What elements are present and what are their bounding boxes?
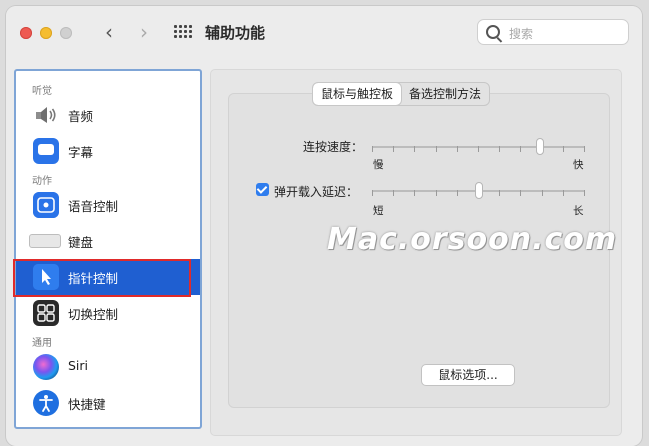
slider-tick [414, 190, 415, 196]
voice-control-icon [33, 192, 59, 218]
slider-max-label: 长 [573, 205, 584, 217]
accessibility-shortcut-icon [33, 390, 59, 416]
mouse-options-button[interactable]: 鼠标选项... [421, 364, 515, 386]
slider-tick [457, 146, 458, 152]
captions-icon [33, 138, 59, 164]
sidebar-item-label: Siri [68, 358, 89, 373]
forward-chevron-icon[interactable]: › [133, 20, 155, 44]
slider-tick [584, 190, 585, 196]
search-icon [486, 25, 500, 39]
sidebar-item-captions[interactable]: 字幕 [16, 133, 200, 169]
section-label-motor: 动作 [32, 176, 52, 187]
tab-bar: 鼠标与触控板 备选控制方法 [312, 82, 491, 106]
slider-tick [542, 190, 543, 196]
sidebar-item-label: 字幕 [68, 145, 94, 160]
siri-icon [33, 354, 59, 380]
show-all-grid-icon[interactable] [174, 25, 192, 39]
sidebar-item-label: 键盘 [68, 235, 94, 250]
slider-tick [499, 190, 500, 196]
slider-tick [457, 190, 458, 196]
sidebar-item-keyboard[interactable]: 键盘 [16, 223, 200, 259]
slider-tick [436, 146, 437, 152]
slider-tick [393, 190, 394, 196]
sidebar-item-label: 音频 [68, 109, 94, 124]
highlight-box [13, 259, 191, 297]
close-window-button[interactable] [20, 27, 32, 39]
slider-max-label: 快 [573, 159, 584, 171]
keyboard-icon [29, 234, 61, 248]
slider-min-label: 短 [373, 205, 384, 217]
spring-loading-label: 弹开载入延迟： [274, 185, 359, 199]
sidebar-item-siri[interactable]: Siri [16, 349, 200, 385]
slider-tick [414, 146, 415, 152]
tab-mouse-trackpad[interactable]: 鼠标与触控板 [313, 83, 402, 105]
sidebar-item-label: 切换控制 [68, 307, 119, 322]
slider-tick [584, 146, 585, 152]
section-label-general: 通用 [32, 338, 52, 349]
slider-tick [372, 146, 373, 152]
slider-tick [520, 190, 521, 196]
watermark-text: Mac.orsoon.com [327, 222, 618, 257]
slider-tick [563, 146, 564, 152]
slider-tick [499, 146, 500, 152]
sidebar-item-voice-control[interactable]: 语音控制 [16, 187, 200, 223]
sidebar-item-shortcut[interactable]: 快捷键 [16, 385, 200, 421]
sidebar-item-audio[interactable]: 音频 [16, 97, 200, 133]
window-title: 辅助功能 [205, 24, 266, 42]
slider-tick [393, 146, 394, 152]
slider-tick [563, 190, 564, 196]
section-label-hearing: 听觉 [32, 86, 52, 97]
minimize-window-button[interactable] [40, 27, 52, 39]
slider-min-label: 慢 [373, 159, 384, 171]
slider-tick [372, 190, 373, 196]
slider-tick [436, 190, 437, 196]
tab-alternate-control[interactable]: 备选控制方法 [401, 83, 489, 105]
sidebar-item-switch-control[interactable]: 切换控制 [16, 295, 200, 331]
spring-loading-checkbox[interactable] [256, 183, 269, 196]
search-input[interactable]: 搜索 [477, 19, 629, 45]
double-click-speed-label: 连按速度： [303, 140, 364, 154]
search-placeholder: 搜索 [509, 27, 534, 41]
sidebar: 听觉 音频 字幕 动作 语音控制 键盘 指针控制 切换控制 通用 Siri 快捷… [14, 69, 202, 429]
toolbar: ‹ › 辅助功能 搜索 [6, 6, 642, 58]
back-chevron-icon[interactable]: ‹ [98, 20, 120, 44]
zoom-window-button[interactable] [60, 27, 72, 39]
slider-tick [478, 146, 479, 152]
sidebar-item-label: 语音控制 [68, 199, 119, 214]
slider-knob[interactable] [536, 138, 545, 155]
speaker-icon [36, 107, 56, 123]
slider-knob[interactable] [474, 182, 483, 199]
switch-control-icon [33, 300, 59, 326]
sidebar-item-label: 快捷键 [68, 397, 106, 412]
slider-tick [520, 146, 521, 152]
